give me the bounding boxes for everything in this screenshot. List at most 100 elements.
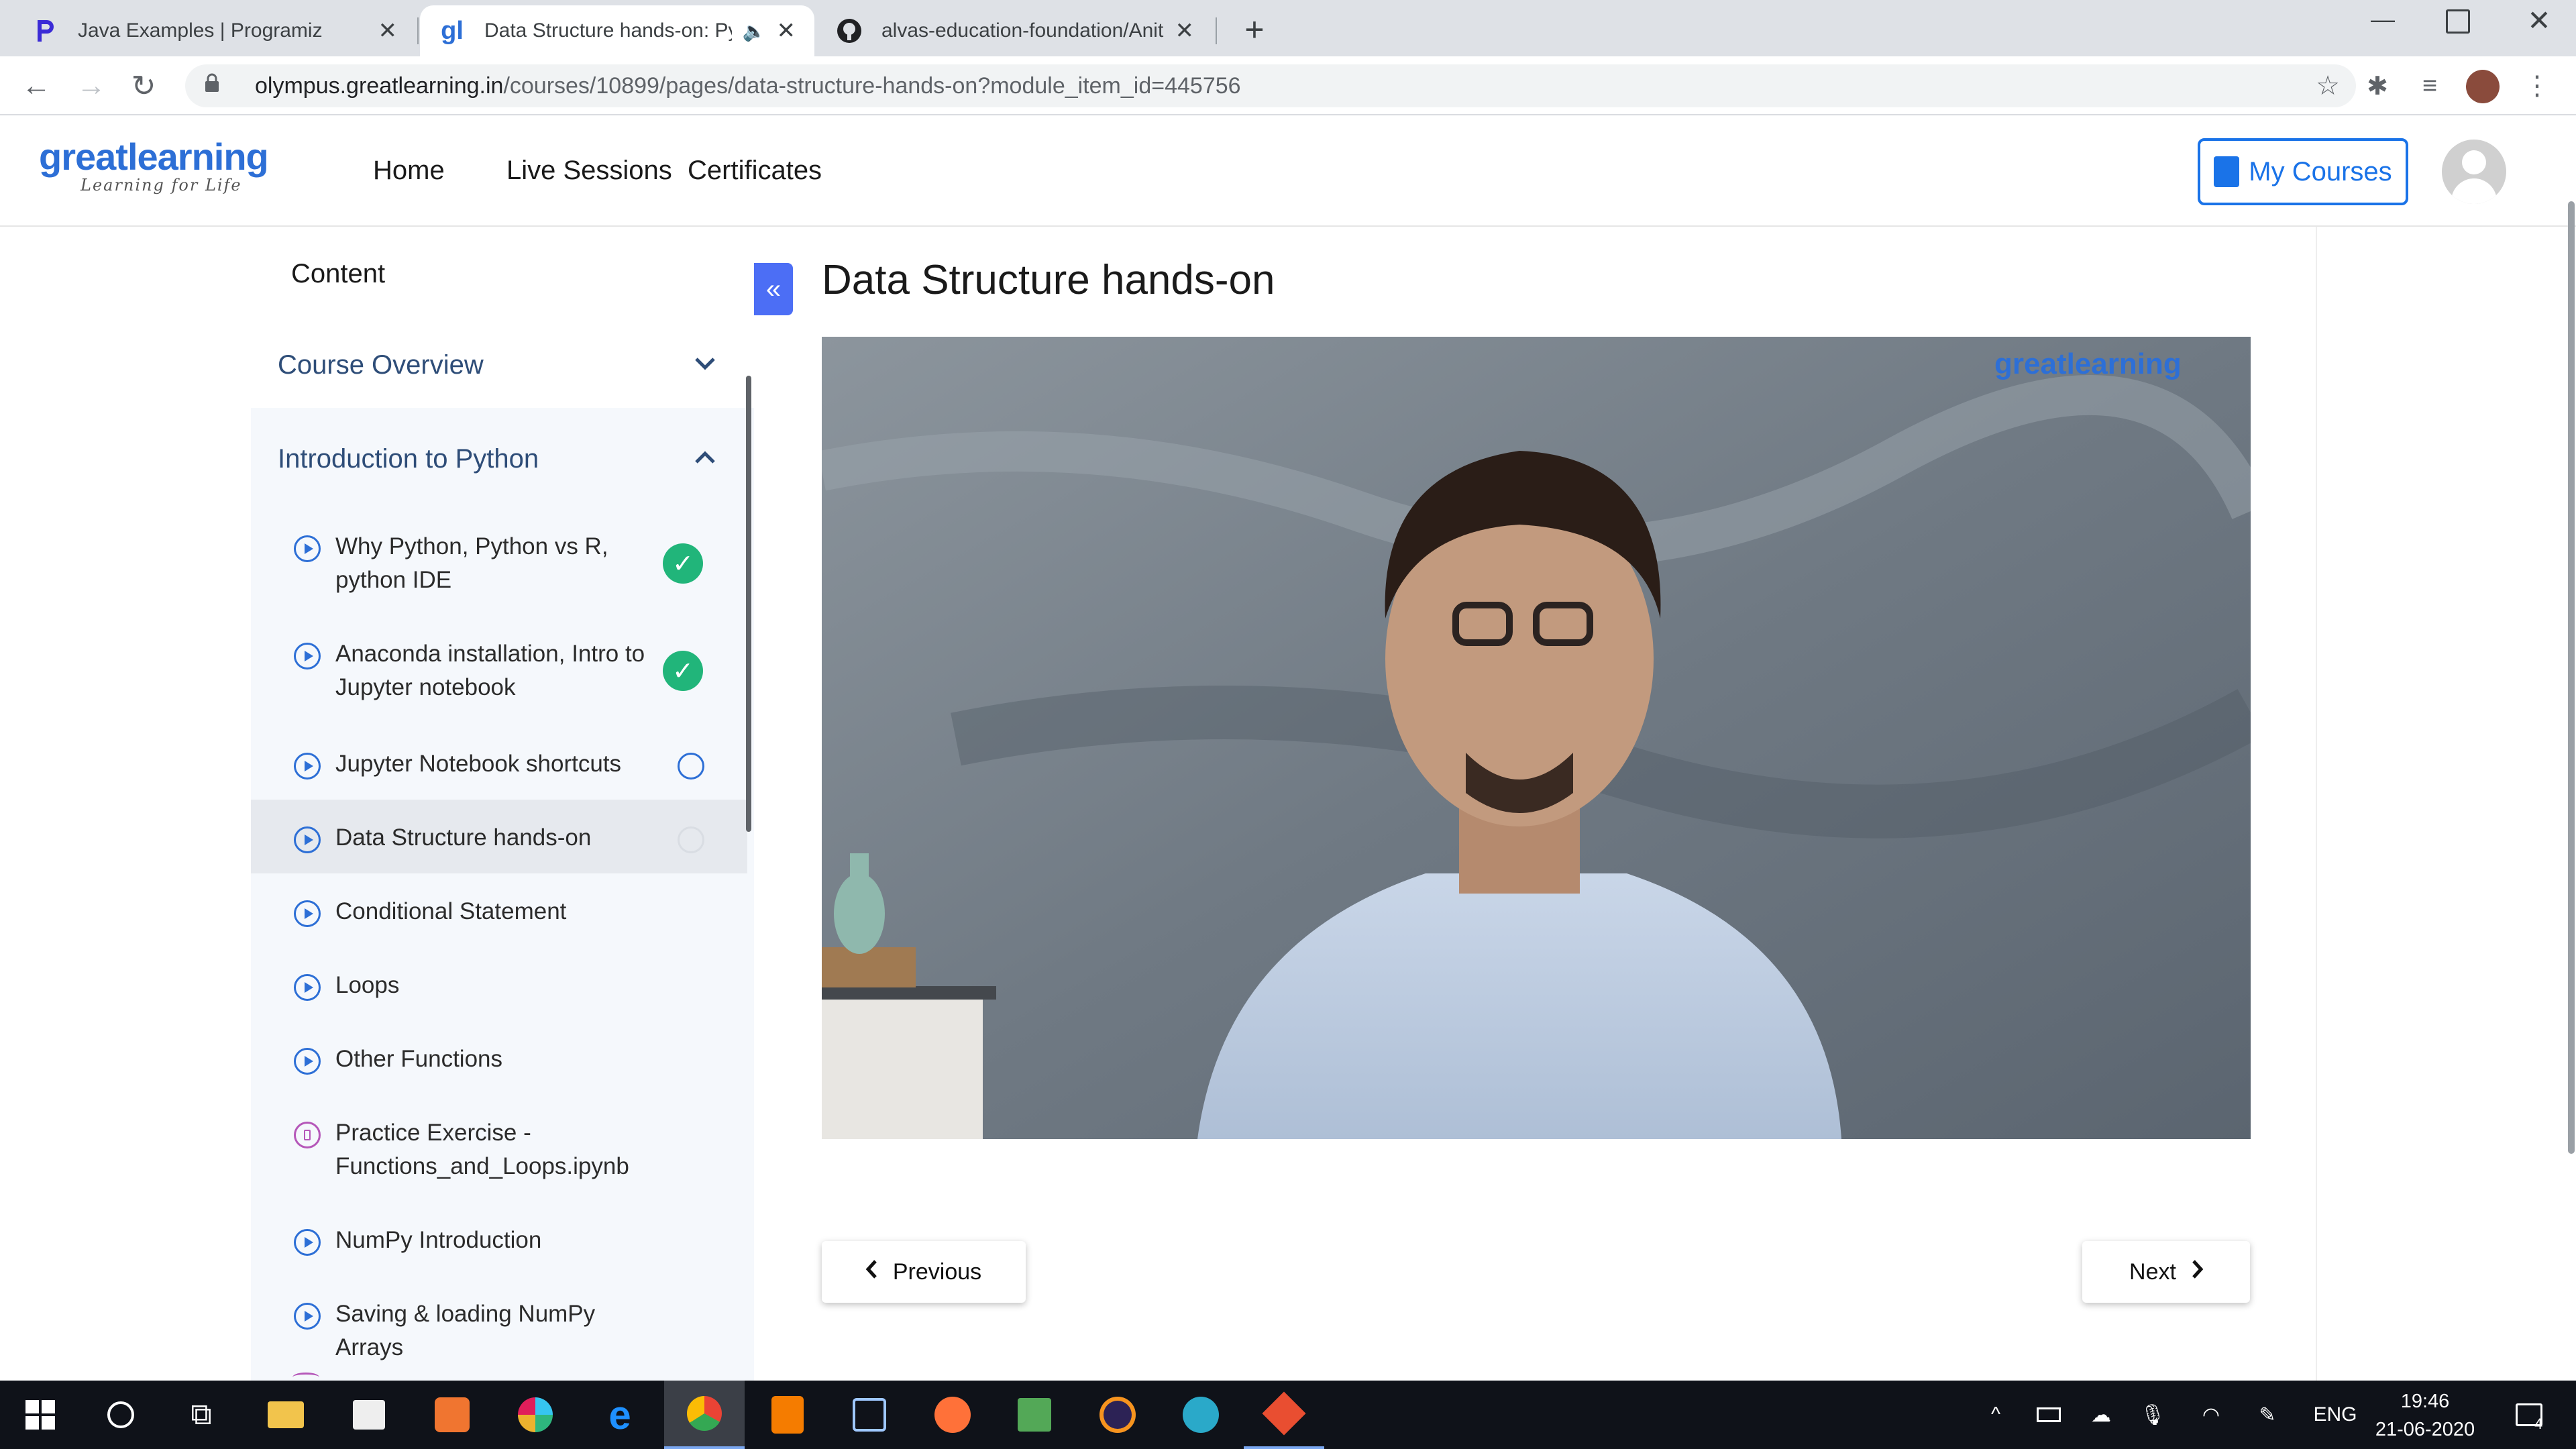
lesson-item[interactable]: Practice Exercise - Functions_and_Loops.…	[251, 1116, 747, 1183]
microphone-icon[interactable]: 🎙	[2136, 1381, 2169, 1449]
wifi-icon[interactable]: ◠	[2192, 1381, 2230, 1449]
show-hidden-icons-icon[interactable]: ^	[1979, 1381, 2012, 1449]
tab-separator	[417, 17, 419, 44]
nav-certificates[interactable]: Certificates	[688, 156, 822, 186]
completed-check-icon: ✓	[663, 651, 703, 691]
sublime-icon[interactable]	[747, 1381, 828, 1449]
tab-programiz[interactable]: Java Examples | Programiz ✕	[13, 5, 416, 56]
page-title: Data Structure hands-on	[822, 257, 1275, 303]
sidebar-heading: Content	[291, 259, 386, 288]
tab-data-structure[interactable]: gl Data Structure hands-on: Pyt 🔈 ✕	[420, 5, 814, 56]
firefox-icon[interactable]	[912, 1381, 993, 1449]
slack-icon[interactable]	[495, 1381, 576, 1449]
edge-icon[interactable]: e	[580, 1381, 660, 1449]
battery-icon[interactable]	[2030, 1381, 2068, 1449]
media-control-icon[interactable]: ≡	[2411, 67, 2449, 105]
play-icon	[294, 900, 321, 927]
greatlearning-logo[interactable]: greatlearning Learning for Life	[39, 138, 294, 199]
my-courses-button[interactable]: My Courses	[2198, 138, 2408, 205]
virtualbox-icon[interactable]	[829, 1381, 910, 1449]
chevron-left-icon	[865, 1259, 878, 1285]
profile-avatar[interactable]	[2466, 70, 2500, 103]
lesson-item[interactable]: NumPy Introduction	[251, 1224, 747, 1257]
store-icon[interactable]	[329, 1381, 409, 1449]
xampp-icon[interactable]	[412, 1381, 492, 1449]
onedrive-icon[interactable]: ☁	[2082, 1381, 2120, 1449]
collapse-sidebar-button[interactable]: «	[754, 263, 793, 315]
play-icon	[294, 974, 321, 1001]
new-tab-icon[interactable]: +	[1234, 9, 1275, 50]
github-icon	[836, 17, 863, 44]
app-icon[interactable]	[994, 1381, 1075, 1449]
book-icon	[2214, 156, 2240, 187]
restore-icon[interactable]	[2446, 9, 2470, 34]
lesson-item[interactable]: Jupyter Notebook shortcuts	[251, 747, 747, 781]
lesson-item[interactable]: Conditional Statement	[251, 895, 747, 928]
tab-github[interactable]: alvas-education-foundation/Anit ✕	[817, 5, 1213, 56]
programiz-icon	[32, 17, 59, 44]
instructor-video-frame	[822, 337, 2251, 1139]
pending-circle-icon	[678, 826, 704, 853]
close-window-icon[interactable]: ✕	[2522, 4, 2556, 38]
lesson-item[interactable]: Loops	[251, 969, 747, 1002]
nav-home[interactable]: Home	[373, 156, 445, 186]
chevron-right-icon	[2191, 1259, 2204, 1285]
chevron-up-icon	[694, 450, 716, 468]
nav-live-sessions[interactable]: Live Sessions	[506, 156, 672, 186]
file-explorer-icon[interactable]	[246, 1381, 326, 1449]
sidebar-scrollbar[interactable]	[746, 376, 751, 832]
lesson-item[interactable]: Other Functions	[251, 1042, 747, 1076]
play-icon	[294, 535, 321, 562]
lesson-item[interactable]: Why Python, Python vs R, python IDE ✓	[251, 530, 747, 597]
lesson-item[interactable]: Anaconda installation, Intro to Jupyter …	[251, 637, 747, 704]
close-tab-icon[interactable]: ✕	[777, 17, 796, 44]
clock[interactable]: 19:46 21-06-2020	[2368, 1387, 2482, 1444]
content-divider	[2316, 227, 2317, 1382]
git-gui-icon[interactable]	[1244, 1381, 1324, 1449]
forward-icon[interactable]: →	[72, 67, 110, 105]
address-bar[interactable]: olympus.greatlearning.in/courses/10899/p…	[185, 64, 2356, 107]
lock-icon	[204, 73, 231, 99]
close-tab-icon[interactable]: ✕	[1175, 17, 1195, 44]
chevron-down-icon	[694, 356, 716, 374]
pending-circle-icon	[678, 753, 704, 780]
chrome-icon[interactable]	[664, 1381, 745, 1449]
lesson-item[interactable]: Saving & loading NumPy Arrays	[251, 1297, 747, 1364]
pen-icon[interactable]: ✎	[2249, 1381, 2286, 1449]
extensions-icon[interactable]: ✱	[2359, 67, 2396, 105]
play-icon	[294, 643, 321, 669]
user-avatar[interactable]	[2442, 140, 2506, 204]
play-icon	[294, 1048, 321, 1075]
play-icon	[294, 826, 321, 853]
action-center-icon[interactable]: 4	[2502, 1381, 2556, 1449]
course-overview-toggle[interactable]: Course Overview	[251, 335, 747, 394]
file-icon	[294, 1122, 321, 1148]
reload-icon[interactable]: ↻	[125, 67, 162, 105]
double-chevron-left-icon: «	[765, 274, 782, 304]
language-indicator[interactable]: ENG	[2310, 1381, 2360, 1449]
lesson-item-current[interactable]: Data Structure hands-on	[251, 821, 747, 855]
star-icon[interactable]: ☆	[2316, 70, 2340, 101]
page-scrollbar[interactable]	[2568, 201, 2575, 1154]
task-view-icon[interactable]: ⧉	[161, 1381, 241, 1449]
tab-separator	[1216, 17, 1217, 44]
menu-icon[interactable]: ⋮	[2518, 67, 2556, 105]
greatlearning-favicon: gl	[441, 16, 464, 45]
close-tab-icon[interactable]: ✕	[378, 17, 398, 44]
video-watermark: greatlearning	[1994, 347, 2182, 380]
minimize-icon[interactable]: —	[2368, 5, 2398, 35]
section-intro-python-toggle[interactable]: Introduction to Python	[251, 429, 747, 488]
play-icon	[294, 1303, 321, 1330]
video-player[interactable]: greatlearning	[822, 337, 2251, 1139]
completed-check-icon: ✓	[663, 543, 703, 584]
back-icon[interactable]: ←	[17, 67, 55, 105]
previous-button[interactable]: Previous	[822, 1241, 1026, 1303]
search-icon[interactable]	[80, 1381, 161, 1449]
windows-start-icon[interactable]	[0, 1381, 80, 1449]
eclipse-icon[interactable]	[1077, 1381, 1158, 1449]
speaker-icon[interactable]: 🔈	[743, 20, 766, 42]
play-icon	[294, 1229, 321, 1256]
next-button[interactable]: Next	[2082, 1241, 2250, 1303]
browser-app-icon[interactable]	[1161, 1381, 1241, 1449]
play-icon	[294, 753, 321, 780]
